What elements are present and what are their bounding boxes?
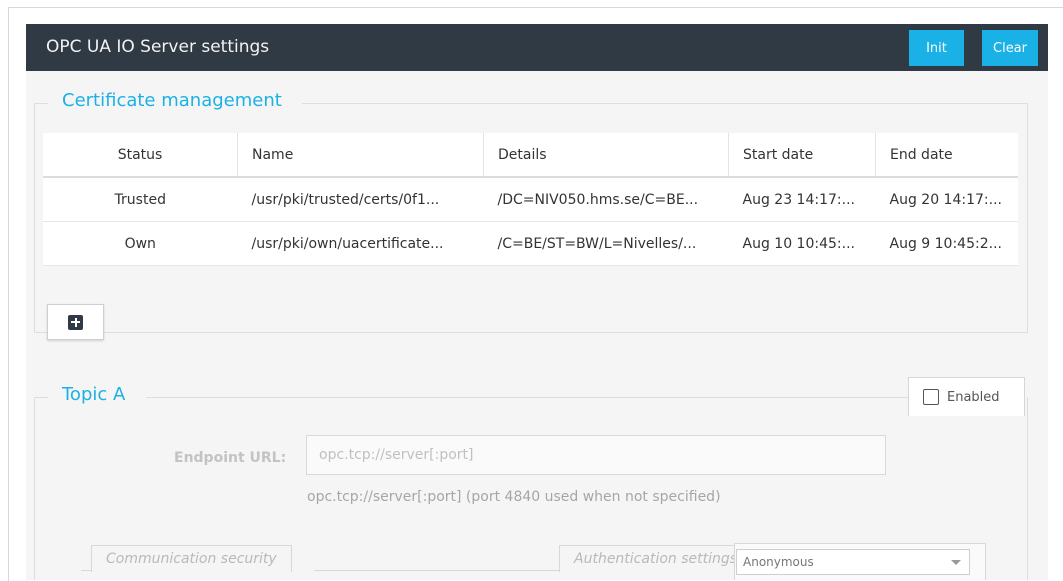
legend-line: [81, 570, 91, 571]
cell-status: Own: [43, 221, 238, 266]
cell-end-date: Aug 20 14:17:...: [875, 177, 1018, 222]
add-certificate-button[interactable]: [47, 304, 104, 340]
enabled-checkbox[interactable]: [923, 389, 939, 405]
plus-square-icon: [68, 314, 83, 330]
legend-line: [314, 570, 554, 571]
cell-status: Trusted: [43, 177, 238, 222]
table-row[interactable]: Trusted /usr/pki/trusted/certs/0f1... /D…: [43, 177, 1018, 222]
page-title: OPC UA IO Server settings: [46, 37, 270, 57]
legend-line: [34, 103, 48, 104]
endpoint-url-help: opc.tcp://server[:port] (port 4840 used …: [307, 489, 721, 505]
column-header-status[interactable]: Status: [43, 133, 238, 178]
cell-details: /DC=NIV050.hms.se/C=BE...: [483, 177, 729, 222]
certificate-table: Status Name Details Start date End date …: [43, 133, 1018, 266]
certificate-legend: Certificate management: [56, 90, 288, 111]
panel-header: OPC UA IO Server settings Init Clear: [26, 24, 1048, 71]
cell-start-date: Aug 23 14:17:...: [728, 177, 876, 222]
column-header-name[interactable]: Name: [237, 133, 484, 178]
legend-line: [34, 397, 48, 398]
legend-line: [302, 103, 1027, 104]
legend-line: [146, 397, 908, 398]
column-header-details[interactable]: Details: [483, 133, 729, 178]
communication-security-legend: Communication security: [91, 545, 292, 572]
settings-panel: OPC UA IO Server settings Init Clear Cer…: [26, 24, 1048, 580]
topic-legend: Topic A: [56, 384, 132, 405]
authentication-select-value: Anonymous: [743, 555, 814, 569]
endpoint-url-input[interactable]: [306, 435, 886, 475]
cell-details: /C=BE/ST=BW/L=Nivelles/...: [483, 221, 729, 266]
clear-button[interactable]: Clear: [982, 30, 1038, 66]
legend-line: [546, 570, 559, 571]
cell-name: /usr/pki/trusted/certs/0f1...: [237, 177, 484, 222]
caret-down-icon: [951, 560, 961, 565]
cell-end-date: Aug 9 10:45:2...: [875, 221, 1018, 266]
enabled-label: Enabled: [947, 389, 1000, 405]
endpoint-url-label: Endpoint URL:: [174, 450, 287, 466]
column-header-start-date[interactable]: Start date: [728, 133, 876, 178]
init-button[interactable]: Init: [909, 30, 964, 66]
cell-start-date: Aug 10 10:45:...: [728, 221, 876, 266]
authentication-settings-legend: Authentication settings: [559, 545, 753, 572]
table-header-row: Status Name Details Start date End date: [43, 133, 1018, 178]
enabled-toggle[interactable]: Enabled: [908, 377, 1025, 416]
table-row[interactable]: Own /usr/pki/own/uacertificate... /C=BE/…: [43, 221, 1018, 266]
authentication-select[interactable]: Anonymous: [736, 549, 970, 575]
cell-name: /usr/pki/own/uacertificate...: [237, 221, 484, 266]
column-header-end-date[interactable]: End date: [875, 133, 1018, 178]
